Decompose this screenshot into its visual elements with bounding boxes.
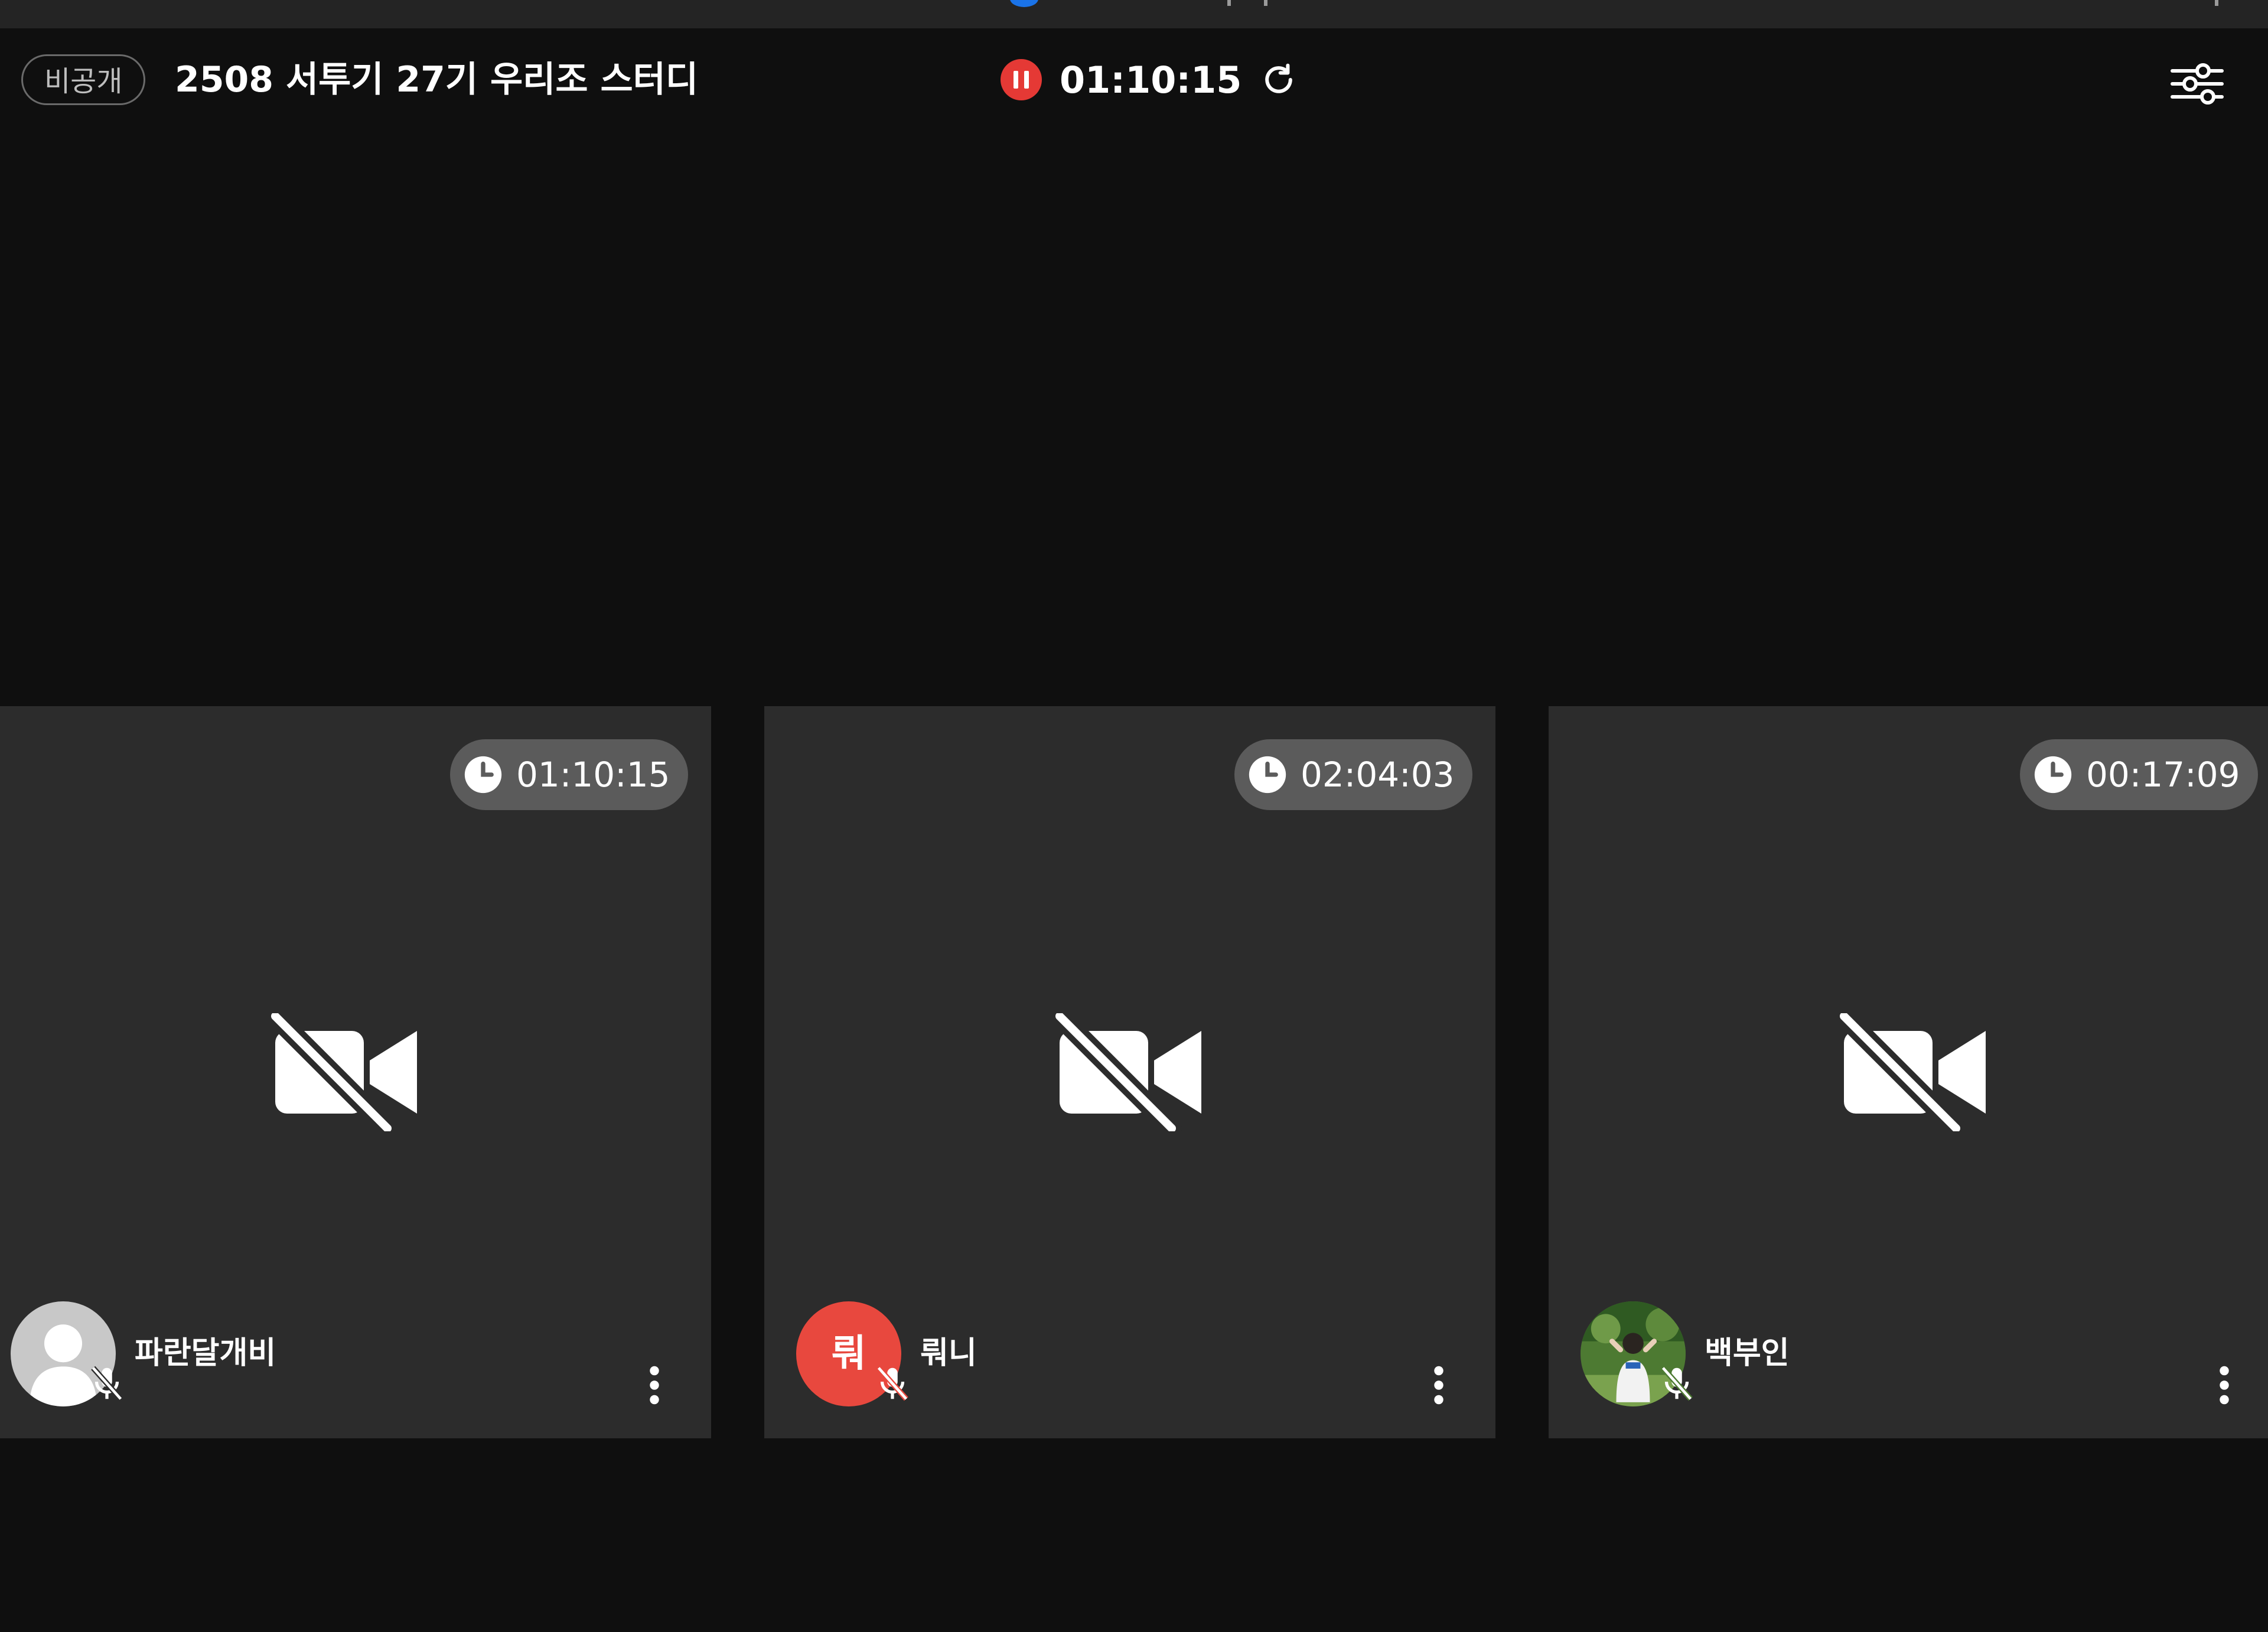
- elapsed-time-badge: 00:17:09: [2020, 739, 2258, 810]
- participant-tile[interactable]: 00:17:09 백부인: [1549, 706, 2268, 1438]
- camera-off-icon: [269, 1013, 417, 1131]
- sliders-icon[interactable]: [2169, 60, 2225, 107]
- browser-indicator-icon: [1010, 0, 1038, 7]
- mic-off-icon: [1661, 1366, 1693, 1401]
- participant-tile[interactable]: 01:10:15 파란달개비: [0, 706, 711, 1438]
- participant-name: 파란달개비: [135, 1336, 276, 1371]
- pause-button[interactable]: [1001, 59, 1042, 100]
- elapsed-time: 00:17:09: [2086, 755, 2240, 795]
- pause-icon: [1024, 71, 1029, 89]
- privacy-badge: 비공개: [21, 54, 146, 105]
- strip-mark: [2215, 0, 2218, 6]
- room-title: 2508 서투기 27기 우리조 스터디: [175, 59, 699, 100]
- mic-off-icon: [91, 1366, 123, 1401]
- participant-name: 백부인: [1705, 1336, 1790, 1371]
- elapsed-time: 01:10:15: [516, 755, 670, 795]
- more-vertical-icon[interactable]: [2207, 1360, 2242, 1410]
- window-top-strip: [0, 0, 2268, 28]
- participant-name: 뤄니: [920, 1336, 977, 1371]
- camera-off-icon: [1054, 1013, 1201, 1131]
- session-timer: 01:10:15: [1060, 58, 1242, 102]
- elapsed-time-badge: 01:10:15: [450, 739, 688, 810]
- refresh-icon[interactable]: [1259, 60, 1298, 99]
- room-header: 비공개 2508 서투기 27기 우리조 스터디 01:10:15: [0, 28, 2268, 135]
- more-vertical-icon[interactable]: [637, 1360, 672, 1410]
- mic-off-icon: [876, 1366, 908, 1401]
- elapsed-time: 02:04:03: [1301, 755, 1455, 795]
- strip-mark: [1264, 0, 1267, 6]
- camera-off-icon: [1838, 1013, 1986, 1131]
- participant-tile[interactable]: 02:04:03 뤄 뤄니: [764, 706, 1495, 1438]
- clock-icon: [2034, 756, 2072, 794]
- clock-icon: [464, 756, 502, 794]
- clock-icon: [1249, 756, 1286, 794]
- pause-icon: [1014, 71, 1018, 89]
- strip-mark: [1227, 0, 1231, 6]
- session-timer-group: 01:10:15: [1001, 53, 1298, 106]
- elapsed-time-badge: 02:04:03: [1234, 739, 1472, 810]
- study-room-screen: 비공개 2508 서투기 27기 우리조 스터디 01:10:15 01:10:…: [0, 0, 2268, 1632]
- more-vertical-icon[interactable]: [1421, 1360, 1456, 1410]
